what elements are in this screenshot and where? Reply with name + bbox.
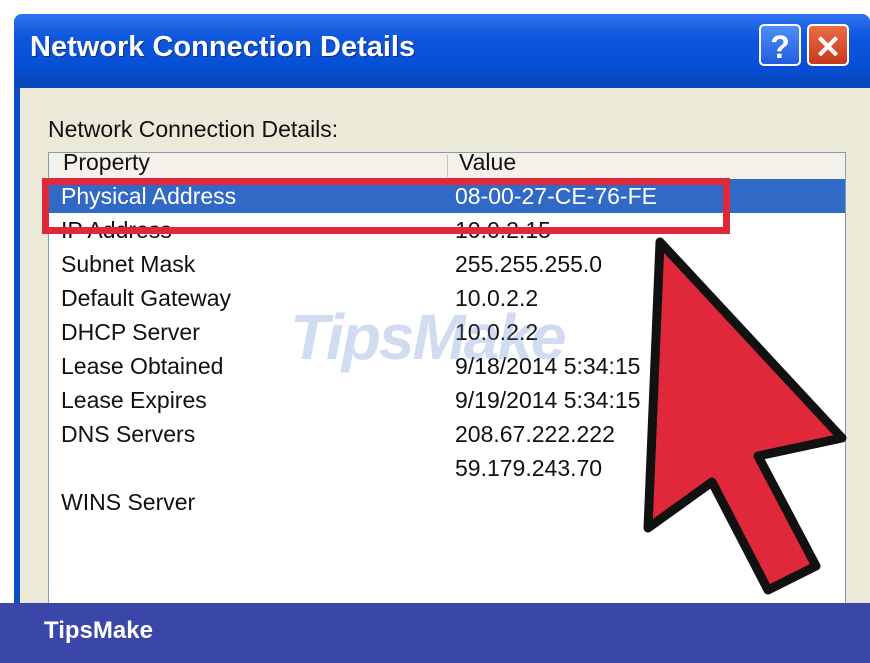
footer-brand: TipsMake [44,617,153,644]
arrow-pointer [643,237,847,595]
footer-bar: TipsMake [0,603,870,663]
